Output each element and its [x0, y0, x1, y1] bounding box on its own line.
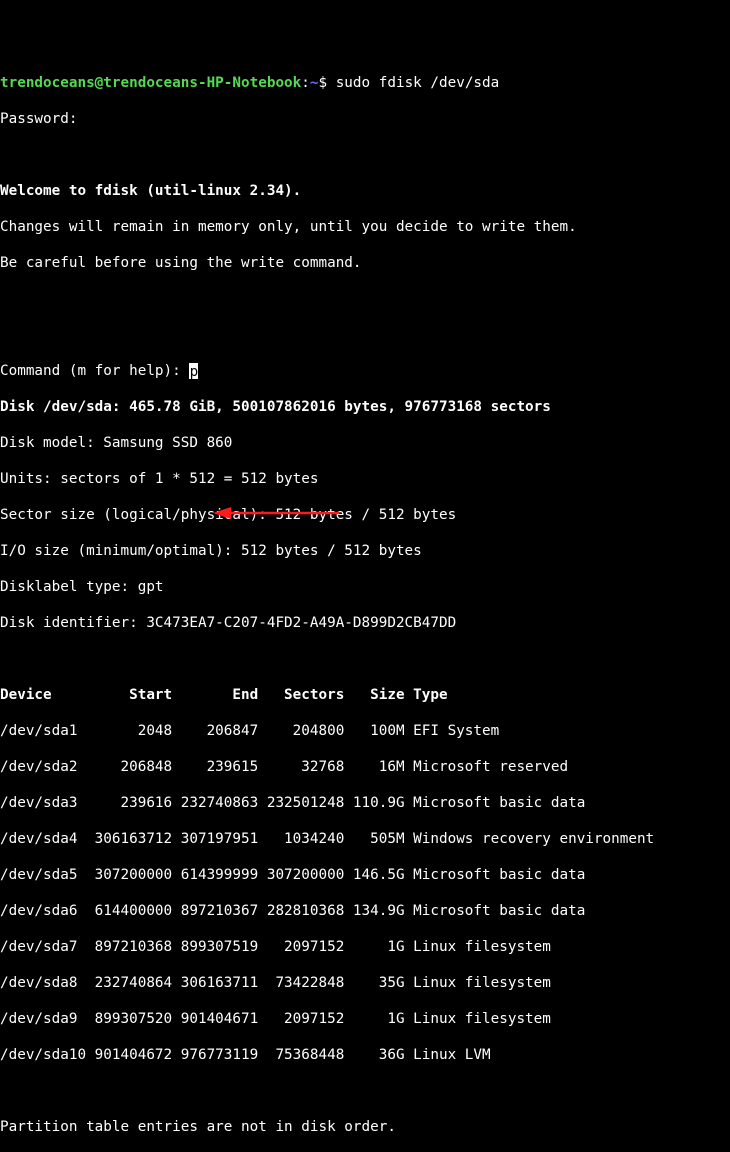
disklabel-type: Disklabel type: gpt	[0, 578, 730, 596]
table-row: /dev/sda5 307200000 614399999 307200000 …	[0, 866, 730, 884]
fdisk-command-prompt-1[interactable]: Command (m for help): p	[0, 362, 730, 380]
sector-size: Sector size (logical/physical): 512 byte…	[0, 506, 730, 524]
cursor-icon: p	[189, 363, 198, 379]
table-row: /dev/sda10 901404672 976773119 75368448 …	[0, 1046, 730, 1064]
blank	[0, 146, 730, 164]
blank	[0, 326, 730, 344]
disk-identifier: Disk identifier: 3C473EA7-C207-4FD2-A49A…	[0, 614, 730, 632]
table-row: /dev/sda4 306163712 307197951 1034240 50…	[0, 830, 730, 848]
table-row: /dev/sda8 232740864 306163711 73422848 3…	[0, 974, 730, 992]
table-row: /dev/sda7 897210368 899307519 2097152 1G…	[0, 938, 730, 956]
entered-command: sudo fdisk /dev/sda	[336, 75, 500, 91]
disk-model: Disk model: Samsung SSD 860	[0, 434, 730, 452]
io-size: I/O size (minimum/optimal): 512 bytes / …	[0, 542, 730, 560]
not-in-order: Partition table entries are not in disk …	[0, 1118, 730, 1136]
user-host: trendoceans@trendoceans-HP-Notebook	[0, 75, 301, 91]
table-row: /dev/sda1 2048 206847 204800 100M EFI Sy…	[0, 722, 730, 740]
partition-table-header: Device Start End Sectors Size Type	[0, 686, 730, 704]
changes-line: Changes will remain in memory only, unti…	[0, 218, 730, 236]
table-row: /dev/sda2 206848 239615 32768 16M Micros…	[0, 758, 730, 776]
cmd-label: Command (m for help):	[0, 363, 189, 379]
shell-prompt-line: trendoceans@trendoceans-HP-Notebook:~$ s…	[0, 74, 730, 92]
table-row: /dev/sda9 899307520 901404671 2097152 1G…	[0, 1010, 730, 1028]
password-prompt: Password:	[0, 110, 730, 128]
units-line: Units: sectors of 1 * 512 = 512 bytes	[0, 470, 730, 488]
colon: :	[301, 75, 310, 91]
blank	[0, 290, 730, 308]
careful-line: Be careful before using the write comman…	[0, 254, 730, 272]
table-row: /dev/sda3 239616 232740863 232501248 110…	[0, 794, 730, 812]
welcome-line: Welcome to fdisk (util-linux 2.34).	[0, 182, 730, 200]
blank	[0, 1082, 730, 1100]
disk-header: Disk /dev/sda: 465.78 GiB, 500107862016 …	[0, 398, 730, 416]
table-row: /dev/sda6 614400000 897210367 282810368 …	[0, 902, 730, 920]
dollar: $	[318, 75, 335, 91]
blank	[0, 650, 730, 668]
